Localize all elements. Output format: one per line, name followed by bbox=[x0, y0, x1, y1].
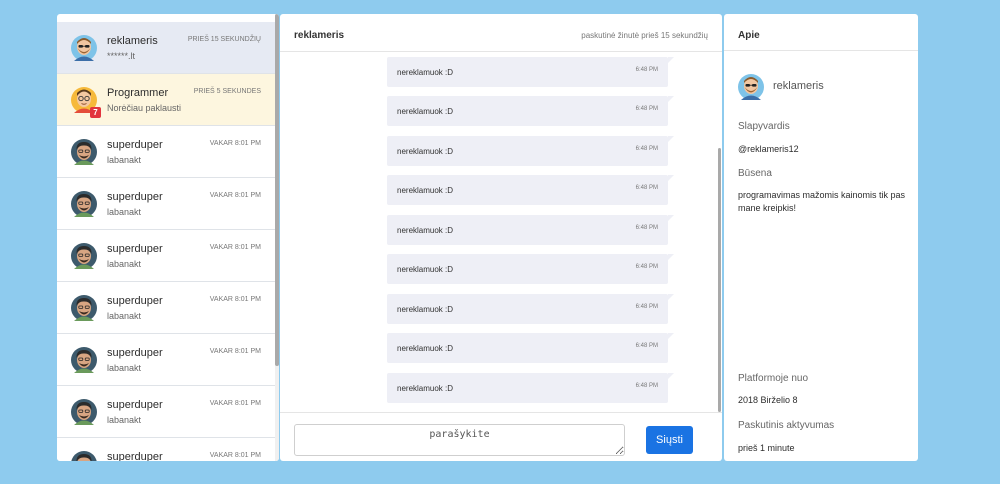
last-active-label: Paskutinis aktyvumas bbox=[738, 420, 835, 431]
conversation-time: VAKAR 8:01 PM bbox=[209, 192, 261, 199]
message-text: nereklamuok :D bbox=[397, 68, 454, 77]
curly-hair-man-avatar-icon bbox=[71, 295, 97, 321]
username-label: Slapyvardis bbox=[738, 121, 790, 132]
conversation-list: reklameris ******.lt PRIEŠ 15 SEKUNDŽIŲ … bbox=[57, 14, 279, 461]
chat-panel: reklameris paskutinė žinutė prieš 15 sek… bbox=[280, 14, 722, 461]
conversation-preview: labanakt bbox=[107, 207, 142, 217]
message-bubble: nereklamuok :D 6:48 PM bbox=[387, 215, 674, 245]
conversation-name: superduper bbox=[107, 295, 163, 307]
conversation-preview: ******.lt bbox=[107, 51, 136, 61]
message-text: nereklamuok :D bbox=[397, 344, 454, 353]
conversation-item-superduper[interactable]: superduper VAKAR 8:01 PM bbox=[57, 438, 275, 461]
conversation-preview: labanakt bbox=[107, 155, 142, 165]
send-button[interactable]: Siųsti bbox=[646, 426, 693, 454]
conversation-name: superduper bbox=[107, 191, 163, 203]
curly-hair-man-avatar-icon bbox=[71, 451, 97, 461]
message-time: 6:48 PM bbox=[635, 383, 658, 389]
message-text: nereklamuok :D bbox=[397, 226, 454, 235]
conversation-time: PRIEŠ 5 SEKUNDES bbox=[193, 88, 261, 95]
conversation-preview: labanakt bbox=[107, 415, 142, 425]
status-label: Būsena bbox=[738, 168, 772, 179]
curly-hair-man-avatar-icon bbox=[71, 191, 97, 217]
conversation-time: VAKAR 8:01 PM bbox=[209, 296, 261, 303]
message-text: nereklamuok :D bbox=[397, 147, 454, 156]
conversation-name: reklameris bbox=[107, 35, 158, 47]
message-time: 6:48 PM bbox=[635, 185, 658, 191]
message-time: 6:48 PM bbox=[635, 67, 658, 73]
message-bubble: nereklamuok :D 6:48 PM bbox=[387, 294, 674, 324]
message-time: 6:48 PM bbox=[635, 225, 658, 231]
conversation-name: superduper bbox=[107, 399, 163, 411]
about-panel: Apie reklameris Slapyvardis @reklameris1… bbox=[724, 14, 918, 461]
conversation-item-superduper[interactable]: superduper labanakt VAKAR 8:01 PM bbox=[57, 126, 275, 178]
conversation-preview: labanakt bbox=[107, 311, 142, 321]
unread-count-badge: 7 bbox=[90, 107, 101, 118]
username-value: @reklameris12 bbox=[738, 144, 799, 154]
message-text: nereklamuok :D bbox=[397, 265, 454, 274]
message-text: nereklamuok :D bbox=[397, 186, 454, 195]
conversation-name: Programmer bbox=[107, 87, 169, 99]
message-time: 6:48 PM bbox=[635, 343, 658, 349]
scrollbar-thumb[interactable] bbox=[275, 14, 279, 366]
scrollbar-thumb[interactable] bbox=[718, 148, 721, 412]
message-time: 6:48 PM bbox=[635, 106, 658, 112]
conversation-name: superduper bbox=[107, 347, 163, 359]
conversation-item-programmer[interactable]: 7 Programmer Norėčiau paklausti PRIEŠ 5 … bbox=[57, 74, 275, 126]
conversation-time: VAKAR 8:01 PM bbox=[209, 400, 261, 407]
message-text: nereklamuok :D bbox=[397, 107, 454, 116]
curly-hair-man-avatar-icon bbox=[71, 139, 97, 165]
message-bubble: nereklamuok :D 6:48 PM bbox=[387, 175, 674, 205]
conversation-name: superduper bbox=[107, 139, 163, 151]
message-text: nereklamuok :D bbox=[397, 384, 454, 393]
conversation-time: PRIEŠ 15 SEKUNDŽIŲ bbox=[187, 36, 261, 43]
message-list-scrollbar[interactable] bbox=[718, 52, 722, 412]
conversation-name: superduper bbox=[107, 243, 163, 255]
conversation-item-reklameris[interactable]: reklameris ******.lt PRIEŠ 15 SEKUNDŽIŲ bbox=[57, 22, 275, 74]
conversation-name: superduper bbox=[107, 451, 163, 461]
conversation-item-superduper[interactable]: superduper labanakt VAKAR 8:01 PM bbox=[57, 386, 275, 438]
about-header: Apie bbox=[724, 14, 918, 51]
last-active-value: prieš 1 minute bbox=[738, 443, 795, 453]
message-text: nereklamuok :D bbox=[397, 305, 454, 314]
conversation-item-superduper[interactable]: superduper labanakt VAKAR 8:01 PM bbox=[57, 282, 275, 334]
conversation-item-superduper[interactable]: superduper labanakt VAKAR 8:01 PM bbox=[57, 230, 275, 282]
conversation-preview: labanakt bbox=[107, 259, 142, 269]
message-time: 6:48 PM bbox=[635, 304, 658, 310]
status-value: programavimas mažomis kainomis tik pas m… bbox=[738, 190, 906, 213]
bearded-man-sunglasses-avatar-icon bbox=[71, 35, 97, 61]
message-bubble: nereklamuok :D 6:48 PM bbox=[387, 373, 674, 403]
curly-hair-man-avatar-icon bbox=[71, 243, 97, 269]
message-bubble: nereklamuok :D 6:48 PM bbox=[387, 136, 674, 166]
profile-name: reklameris bbox=[773, 80, 824, 92]
message-composer: Siųsti bbox=[280, 412, 722, 461]
conversation-time: VAKAR 8:01 PM bbox=[209, 244, 261, 251]
chat-header: reklameris paskutinė žinutė prieš 15 sek… bbox=[280, 14, 722, 52]
message-input[interactable] bbox=[294, 424, 625, 456]
message-bubble: nereklamuok :D 6:48 PM bbox=[387, 57, 674, 87]
conversation-item-superduper[interactable]: superduper labanakt VAKAR 8:01 PM bbox=[57, 178, 275, 230]
message-list: nereklamuok :D 6:48 PM nereklamuok :D 6:… bbox=[280, 52, 722, 412]
conversation-list-scrollbar[interactable] bbox=[275, 14, 279, 461]
conversation-time: VAKAR 8:01 PM bbox=[209, 348, 261, 355]
message-time: 6:48 PM bbox=[635, 146, 658, 152]
joined-label: Platformoje nuo bbox=[738, 373, 809, 384]
conversation-preview: Norėčiau paklausti bbox=[107, 103, 182, 113]
last-message-time: paskutinė žinutė prieš 15 sekundžių bbox=[581, 31, 708, 40]
chat-title: reklameris bbox=[294, 30, 345, 41]
curly-hair-man-avatar-icon bbox=[71, 347, 97, 373]
curly-hair-man-avatar-icon bbox=[71, 399, 97, 425]
conversation-time: VAKAR 8:01 PM bbox=[209, 452, 261, 459]
message-bubble: nereklamuok :D 6:48 PM bbox=[387, 333, 674, 363]
bearded-man-sunglasses-avatar-icon bbox=[738, 74, 764, 100]
conversation-preview: labanakt bbox=[107, 363, 142, 373]
about-title: Apie bbox=[738, 30, 760, 41]
joined-value: 2018 Birželio 8 bbox=[738, 395, 798, 405]
conversation-time: VAKAR 8:01 PM bbox=[209, 140, 261, 147]
message-bubble: nereklamuok :D 6:48 PM bbox=[387, 254, 674, 284]
message-bubble: nereklamuok :D 6:48 PM bbox=[387, 96, 674, 126]
message-time: 6:48 PM bbox=[635, 264, 658, 270]
conversation-item-superduper[interactable]: superduper labanakt VAKAR 8:01 PM bbox=[57, 334, 275, 386]
